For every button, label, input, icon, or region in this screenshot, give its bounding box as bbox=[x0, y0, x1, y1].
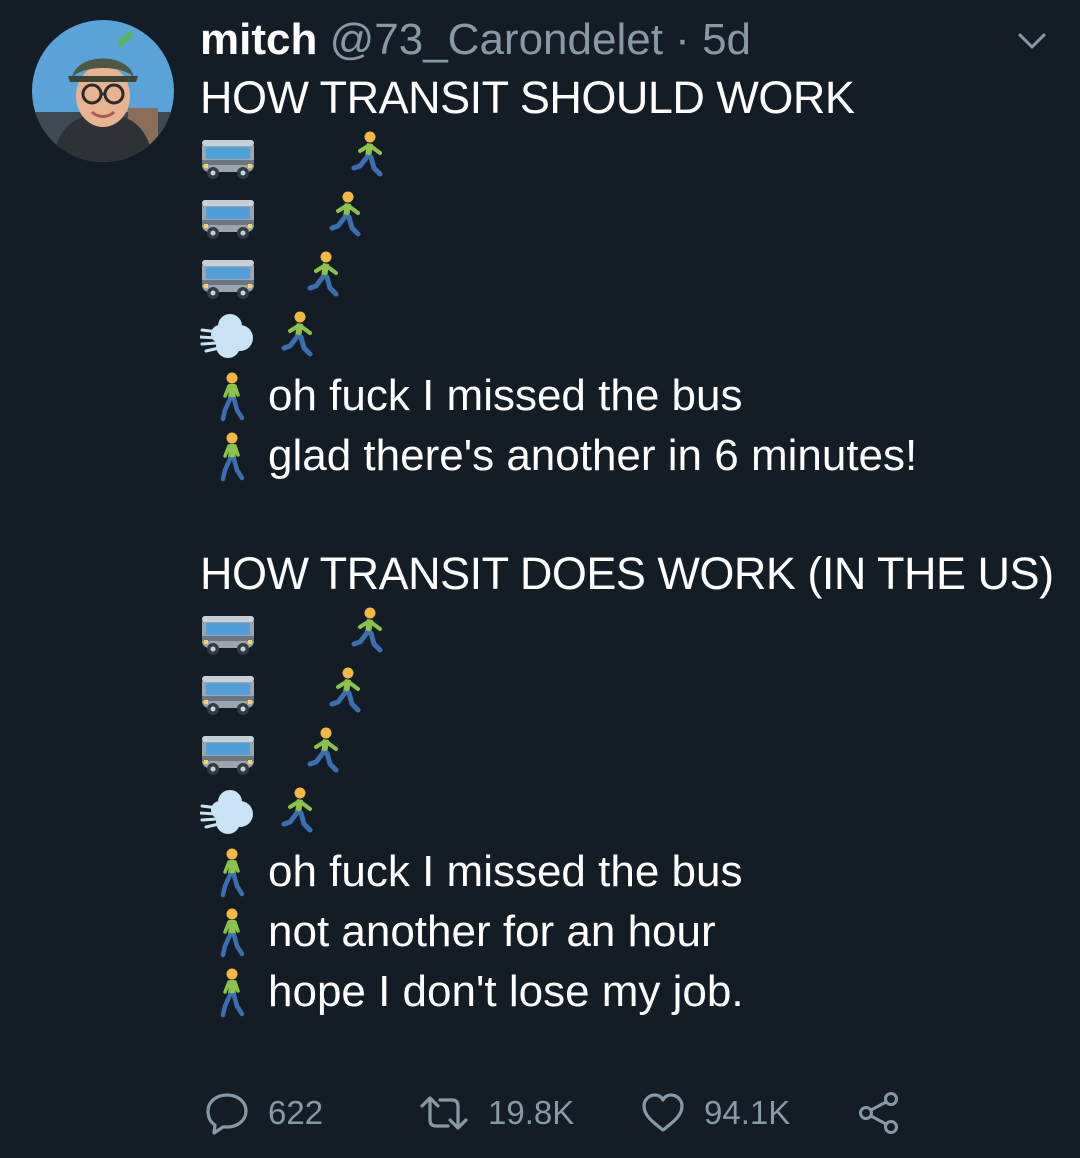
runner-icon bbox=[270, 310, 326, 362]
section-heading-should: HOW TRANSIT SHOULD WORK bbox=[200, 72, 855, 123]
emoji-row bbox=[200, 662, 1060, 722]
like-count: 94.1K bbox=[704, 1094, 791, 1131]
walker-icon bbox=[214, 968, 250, 1018]
bus-icon bbox=[200, 666, 256, 718]
bus-icon bbox=[200, 606, 256, 658]
tweet-header: mitch @73_Carondelet · 5d bbox=[200, 14, 751, 66]
runner-icon bbox=[318, 666, 374, 718]
line-text: oh fuck I missed the bus bbox=[268, 847, 743, 896]
share-button[interactable] bbox=[856, 1086, 920, 1140]
text-line: glad there's another in 6 minutes! bbox=[200, 426, 1060, 486]
reply-count: 622 bbox=[268, 1094, 324, 1131]
emoji-row bbox=[200, 602, 1060, 662]
retweet-icon bbox=[420, 1096, 468, 1130]
bus-icon bbox=[200, 130, 256, 182]
tweet-time[interactable]: 5d bbox=[702, 15, 751, 64]
runner-icon bbox=[296, 726, 352, 778]
avatar[interactable] bbox=[32, 20, 174, 162]
like-button[interactable]: 94.1K bbox=[640, 1086, 790, 1140]
walker-icon bbox=[214, 908, 250, 958]
runner-icon bbox=[340, 606, 396, 658]
bus-icon bbox=[200, 190, 256, 242]
share-icon bbox=[859, 1092, 898, 1134]
reply-button[interactable]: 622 bbox=[204, 1086, 323, 1140]
meta-separator: · bbox=[675, 15, 690, 64]
action-bar: 622 19.8K 94.1K bbox=[200, 1086, 1060, 1140]
emoji-row bbox=[200, 306, 1060, 366]
emoji-row bbox=[200, 186, 1060, 246]
dash-puff-icon bbox=[200, 310, 256, 362]
runner-icon bbox=[296, 250, 352, 302]
runner-icon bbox=[318, 190, 374, 242]
tweet-text: HOW TRANSIT SHOULD WORK oh fuck I missed… bbox=[200, 70, 1060, 1022]
text-line: not another for an hour bbox=[200, 902, 1060, 962]
author-handle[interactable]: @73_Carondelet bbox=[330, 15, 663, 64]
author-display-name[interactable]: mitch bbox=[200, 15, 317, 64]
bus-icon bbox=[200, 726, 256, 778]
chevron-down-icon[interactable] bbox=[1012, 26, 1052, 56]
bus-icon bbox=[200, 250, 256, 302]
heart-icon bbox=[642, 1093, 684, 1132]
runner-icon bbox=[340, 130, 396, 182]
reply-icon bbox=[206, 1093, 248, 1135]
runner-icon bbox=[270, 786, 326, 838]
line-text: glad there's another in 6 minutes! bbox=[268, 431, 918, 480]
text-line: hope I don't lose my job. bbox=[200, 962, 1060, 1022]
emoji-row bbox=[200, 782, 1060, 842]
walker-icon bbox=[214, 432, 250, 482]
emoji-row bbox=[200, 246, 1060, 306]
emoji-row bbox=[200, 126, 1060, 186]
line-text: oh fuck I missed the bus bbox=[268, 371, 743, 420]
retweet-button[interactable]: 19.8K bbox=[418, 1086, 574, 1140]
walker-icon bbox=[214, 372, 250, 422]
line-text: not another for an hour bbox=[268, 907, 716, 956]
retweet-count: 19.8K bbox=[488, 1094, 575, 1131]
text-line: oh fuck I missed the bus bbox=[200, 366, 1060, 426]
emoji-row bbox=[200, 722, 1060, 782]
text-line: oh fuck I missed the bus bbox=[200, 842, 1060, 902]
line-text: hope I don't lose my job. bbox=[268, 967, 744, 1016]
section-heading-does: HOW TRANSIT DOES WORK (IN THE US) bbox=[200, 548, 1054, 599]
walker-icon bbox=[214, 848, 250, 898]
dash-puff-icon bbox=[200, 786, 256, 838]
